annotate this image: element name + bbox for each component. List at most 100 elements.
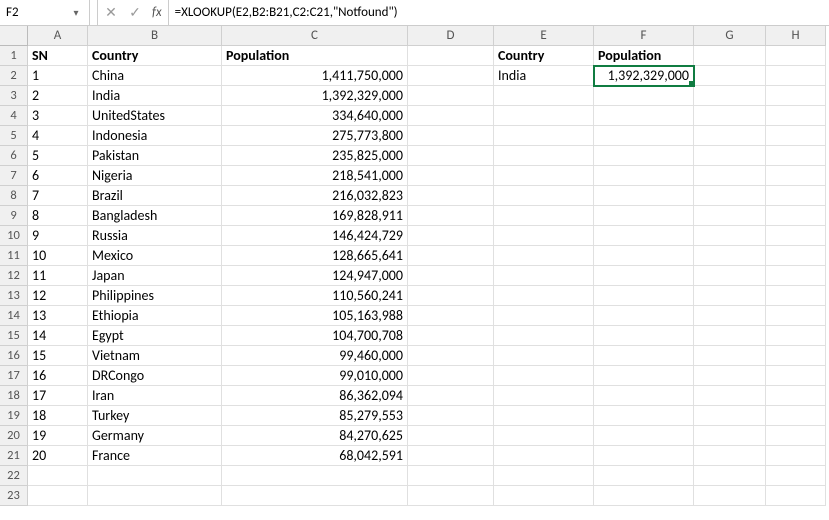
cell-H12[interactable] [766,266,826,286]
cell-B17[interactable]: DRCongo [88,366,222,386]
cell-A2[interactable]: 1 [28,66,88,86]
cell-F14[interactable] [594,306,694,326]
cell-C3[interactable]: 1,392,329,000 [222,86,408,106]
cell-H19[interactable] [766,406,826,426]
row-header-10[interactable]: 10 [0,226,28,246]
cell-E6[interactable] [494,146,594,166]
cell-G14[interactable] [694,306,766,326]
cell-C17[interactable]: 99,010,000 [222,366,408,386]
cell-C23[interactable] [222,486,408,506]
row-header-12[interactable]: 12 [0,266,28,286]
cell-D16[interactable] [408,346,494,366]
cell-G21[interactable] [694,446,766,466]
row-header-13[interactable]: 13 [0,286,28,306]
row-header-21[interactable]: 21 [0,446,28,466]
cell-F10[interactable] [594,226,694,246]
cell-D7[interactable] [408,166,494,186]
cell-C6[interactable]: 235,825,000 [222,146,408,166]
check-icon[interactable]: ✓ [126,4,144,21]
cell-G1[interactable] [694,46,766,66]
cell-H20[interactable] [766,426,826,446]
cell-E10[interactable] [494,226,594,246]
cell-A18[interactable]: 17 [28,386,88,406]
cell-G16[interactable] [694,346,766,366]
cell-D11[interactable] [408,246,494,266]
cell-B18[interactable]: Iran [88,386,222,406]
cell-F15[interactable] [594,326,694,346]
cell-F20[interactable] [594,426,694,446]
cell-D17[interactable] [408,366,494,386]
cell-F12[interactable] [594,266,694,286]
cell-G19[interactable] [694,406,766,426]
cell-A11[interactable]: 10 [28,246,88,266]
cell-A7[interactable]: 6 [28,166,88,186]
cell-E8[interactable] [494,186,594,206]
cell-B21[interactable]: France [88,446,222,466]
cell-E20[interactable] [494,426,594,446]
cell-C15[interactable]: 104,700,708 [222,326,408,346]
cell-D9[interactable] [408,206,494,226]
cell-B5[interactable]: Indonesia [88,126,222,146]
cell-C22[interactable] [222,466,408,486]
cell-A15[interactable]: 14 [28,326,88,346]
cell-A5[interactable]: 4 [28,126,88,146]
cell-H4[interactable] [766,106,826,126]
column-header-E[interactable]: E [494,26,594,46]
cell-D23[interactable] [408,486,494,506]
cell-E13[interactable] [494,286,594,306]
cell-G13[interactable] [694,286,766,306]
cell-D5[interactable] [408,126,494,146]
cell-F21[interactable] [594,446,694,466]
name-box[interactable]: F2 ▾ [0,0,90,25]
cell-E9[interactable] [494,206,594,226]
fx-icon[interactable]: fx [150,5,164,20]
cell-F3[interactable] [594,86,694,106]
cell-C21[interactable]: 68,042,591 [222,446,408,466]
cell-D6[interactable] [408,146,494,166]
cell-G17[interactable] [694,366,766,386]
select-all-corner[interactable] [0,26,28,46]
row-header-17[interactable]: 17 [0,366,28,386]
row-header-16[interactable]: 16 [0,346,28,366]
row-header-22[interactable]: 22 [0,466,28,486]
row-header-1[interactable]: 1 [0,46,28,66]
column-header-F[interactable]: F [594,26,694,46]
cell-C14[interactable]: 105,163,988 [222,306,408,326]
row-header-14[interactable]: 14 [0,306,28,326]
cell-A22[interactable] [28,466,88,486]
header-population-F[interactable]: Population [594,46,694,66]
cell-A23[interactable] [28,486,88,506]
cell-F22[interactable] [594,466,694,486]
column-header-C[interactable]: C [222,26,408,46]
cell-C13[interactable]: 110,560,241 [222,286,408,306]
cell-D21[interactable] [408,446,494,466]
column-header-A[interactable]: A [28,26,88,46]
cell-E2[interactable]: India [494,66,594,86]
cell-D13[interactable] [408,286,494,306]
cell-C11[interactable]: 128,665,641 [222,246,408,266]
cell-F2[interactable]: 1,392,329,000 [594,66,694,86]
cell-H13[interactable] [766,286,826,306]
cell-C8[interactable]: 216,032,823 [222,186,408,206]
cell-E11[interactable] [494,246,594,266]
cell-B16[interactable]: Vietnam [88,346,222,366]
cell-F18[interactable] [594,386,694,406]
cell-H15[interactable] [766,326,826,346]
column-header-B[interactable]: B [88,26,222,46]
row-header-15[interactable]: 15 [0,326,28,346]
cell-A4[interactable]: 3 [28,106,88,126]
cell-D15[interactable] [408,326,494,346]
cell-F19[interactable] [594,406,694,426]
cell-B23[interactable] [88,486,222,506]
cell-F4[interactable] [594,106,694,126]
cell-H7[interactable] [766,166,826,186]
cell-G11[interactable] [694,246,766,266]
cell-D18[interactable] [408,386,494,406]
cell-F9[interactable] [594,206,694,226]
row-header-9[interactable]: 9 [0,206,28,226]
cancel-icon[interactable]: ✕ [102,4,120,21]
cell-G23[interactable] [694,486,766,506]
cell-A17[interactable]: 16 [28,366,88,386]
cell-C10[interactable]: 146,424,729 [222,226,408,246]
cell-A12[interactable]: 11 [28,266,88,286]
